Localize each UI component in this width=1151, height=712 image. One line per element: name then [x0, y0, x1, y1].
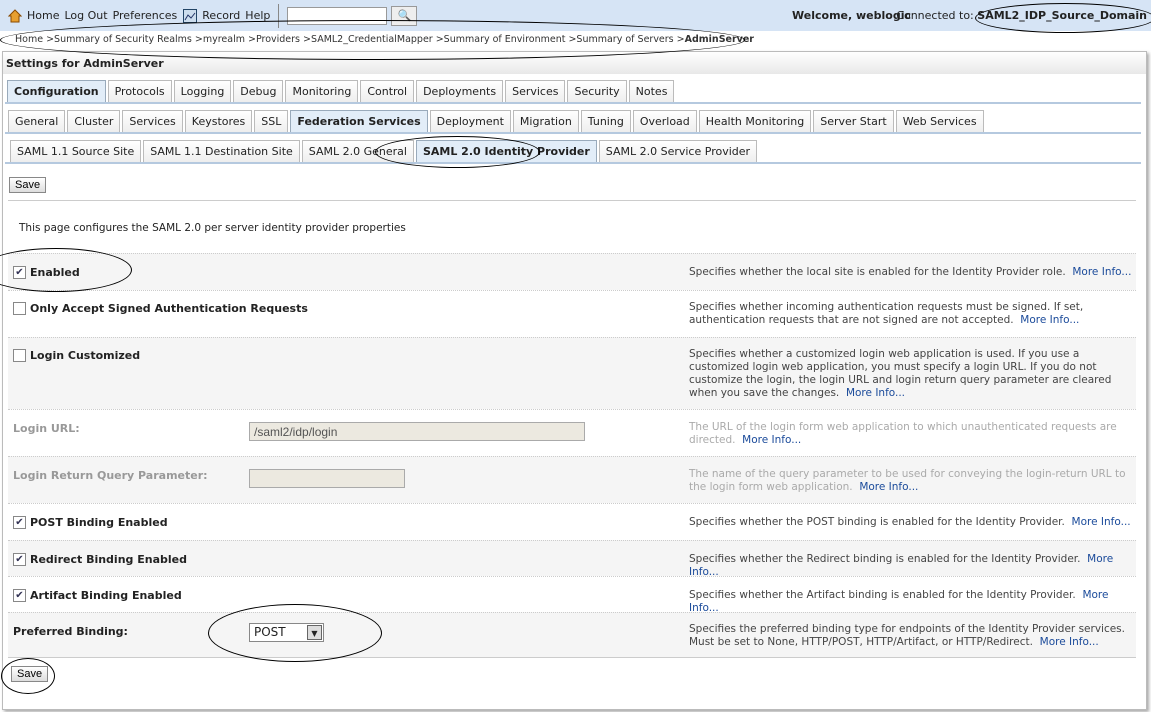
enabled-row: ✔ Enabled Specifies whether the local sit…: [8, 253, 1136, 290]
tab-migration[interactable]: Migration: [512, 110, 579, 132]
redirect-binding-checkbox[interactable]: ✔: [13, 553, 26, 566]
login-url-label: Login URL:: [13, 422, 80, 435]
more-info-link[interactable]: More Info...: [846, 387, 905, 399]
tab-saml-2-0-service-provider[interactable]: SAML 2.0 Service Provider: [598, 140, 758, 162]
save-button-bottom[interactable]: Save: [11, 666, 49, 682]
domain-name: SAML2_IDP_Source_Domain: [977, 9, 1147, 22]
tab-control[interactable]: Control: [360, 80, 415, 102]
post-binding-checkbox[interactable]: ✔: [13, 516, 26, 529]
login-return-label: Login Return Query Parameter:: [13, 469, 208, 482]
more-info-link[interactable]: More Info...: [1040, 636, 1099, 648]
breadcrumb-current: AdminServer: [684, 34, 754, 45]
redirect-binding-label: Redirect Binding Enabled: [30, 553, 187, 566]
tab-ssl[interactable]: SSL: [254, 110, 289, 132]
top-toolbar: Home Log Out Preferences Record Help 🔍 W…: [0, 0, 1151, 31]
login-return-input[interactable]: [249, 469, 405, 488]
tab-services[interactable]: Services: [122, 110, 183, 132]
more-info-link[interactable]: More Info...: [1020, 314, 1079, 326]
enabled-label: Enabled: [30, 266, 80, 279]
artifact-binding-checkbox[interactable]: ✔: [13, 589, 26, 602]
tab-server-start[interactable]: Server Start: [813, 110, 894, 132]
login-return-row: Login Return Query Parameter: The name o…: [8, 456, 1136, 503]
more-info-link[interactable]: More Info...: [859, 481, 918, 493]
tab-divider: [5, 162, 1141, 164]
login-customized-label: Login Customized: [30, 349, 141, 362]
tab-protocols[interactable]: Protocols: [107, 80, 172, 102]
tab-deployments[interactable]: Deployments: [416, 80, 504, 102]
tab-security[interactable]: Security: [567, 80, 627, 102]
artifact-binding-row: ✔ Artifact Binding Enabled Specifies whet…: [8, 576, 1136, 614]
panel-title: Settings for AdminServer: [3, 52, 1146, 74]
connected-label: Connected to:: [896, 9, 974, 22]
record-icon: [183, 8, 198, 23]
tab-cluster[interactable]: Cluster: [67, 110, 121, 132]
tab-keystores[interactable]: Keystores: [184, 110, 253, 132]
tab-monitoring[interactable]: Monitoring: [285, 80, 359, 102]
tab-general[interactable]: General: [8, 110, 66, 132]
preferred-binding-row: Preferred Binding: POST ▼ Specifies the p…: [8, 612, 1136, 658]
search-input[interactable]: [287, 6, 388, 25]
divider: [8, 200, 1136, 201]
home-icon: [7, 8, 23, 23]
tab-saml-1-1-source-site[interactable]: SAML 1.1 Source Site: [10, 140, 142, 162]
breadcrumb[interactable]: Home >Summary of Security Realms >myreal…: [15, 34, 754, 45]
search-button[interactable]: 🔍: [391, 5, 418, 26]
tab-divider: [5, 132, 1141, 134]
preferred-binding-value: POST: [254, 625, 286, 639]
tab-health-monitoring[interactable]: Health Monitoring: [698, 110, 812, 132]
divider: [278, 3, 280, 28]
tab-tuning[interactable]: Tuning: [580, 110, 631, 132]
preferred-binding-label: Preferred Binding:: [13, 625, 128, 638]
tab-deployment[interactable]: Deployment: [429, 110, 511, 132]
more-info-link[interactable]: More Info...: [1072, 516, 1131, 528]
signed-label: Only Accept Signed Authentication Reques…: [30, 302, 308, 315]
primary-tabs: Configuration Protocols Logging Debug Monito…: [7, 80, 675, 102]
secondary-tabs: General Cluster Services Keystores SSL Federa…: [8, 110, 984, 132]
post-binding-desc: Specifies whether the POST binding is en…: [689, 516, 1065, 528]
search-icon: 🔍: [397, 9, 412, 22]
artifact-binding-desc: Specifies whether the Artifact binding i…: [689, 589, 1076, 601]
redirect-binding-row: ✔ Redirect Binding Enabled Specifies whet…: [8, 540, 1136, 578]
tab-saml-1-1-destination-site[interactable]: SAML 1.1 Destination Site: [143, 140, 300, 162]
signed-checkbox[interactable]: [13, 302, 26, 315]
tab-federation-services[interactable]: Federation Services: [290, 110, 428, 132]
tab-logging[interactable]: Logging: [173, 80, 232, 102]
tab-saml-2-0-identity-provider[interactable]: SAML 2.0 Identity Provider: [415, 140, 597, 162]
tab-debug[interactable]: Debug: [233, 80, 284, 102]
post-binding-label: POST Binding Enabled: [30, 516, 168, 529]
page-intro: This page configures the SAML 2.0 per se…: [19, 222, 406, 234]
tab-web-services[interactable]: Web Services: [895, 110, 984, 132]
breadcrumb-path[interactable]: Home >Summary of Security Realms >myreal…: [15, 34, 685, 45]
login-url-input[interactable]: [249, 422, 585, 441]
more-info-link[interactable]: More Info...: [1072, 266, 1131, 278]
tab-overload[interactable]: Overload: [632, 110, 697, 132]
signed-row: Only Accept Signed Authentication Reques…: [8, 290, 1136, 337]
login-customized-checkbox[interactable]: [13, 349, 26, 362]
chevron-down-icon[interactable]: ▼: [307, 625, 322, 640]
connection-info: Connected to: SAML2_IDP_Source_Domain: [896, 9, 1147, 22]
login-url-row: Login URL: The URL of the login form web…: [8, 409, 1136, 456]
record-link[interactable]: Record: [202, 9, 240, 22]
logout-link[interactable]: Log Out: [64, 9, 107, 22]
save-button-top[interactable]: Save: [9, 177, 47, 193]
enabled-checkbox[interactable]: ✔: [13, 266, 26, 279]
enabled-desc: Specifies whether the local site is enab…: [689, 266, 1066, 278]
welcome-text: Welcome, weblogic: [792, 9, 911, 22]
more-info-link[interactable]: More Info...: [742, 434, 801, 446]
tab-divider: [5, 102, 1141, 104]
help-link[interactable]: Help: [245, 9, 270, 22]
tab-configuration[interactable]: Configuration: [7, 80, 106, 102]
tertiary-tabs: SAML 1.1 Source Site SAML 1.1 Destination…: [10, 140, 758, 162]
artifact-binding-label: Artifact Binding Enabled: [30, 589, 182, 602]
login-customized-row: Login Customized Specifies whether a cus…: [8, 337, 1136, 409]
tab-notes[interactable]: Notes: [628, 80, 675, 102]
preferences-link[interactable]: Preferences: [113, 9, 178, 22]
tab-services[interactable]: Services: [505, 80, 566, 102]
post-binding-row: ✔ POST Binding Enabled Specifies whether …: [8, 503, 1136, 540]
redirect-binding-desc: Specifies whether the Redirect binding i…: [689, 553, 1081, 565]
preferred-binding-select[interactable]: POST ▼: [249, 623, 324, 642]
home-link[interactable]: Home: [27, 9, 59, 22]
tab-saml-2-0-general[interactable]: SAML 2.0 General: [301, 140, 414, 162]
